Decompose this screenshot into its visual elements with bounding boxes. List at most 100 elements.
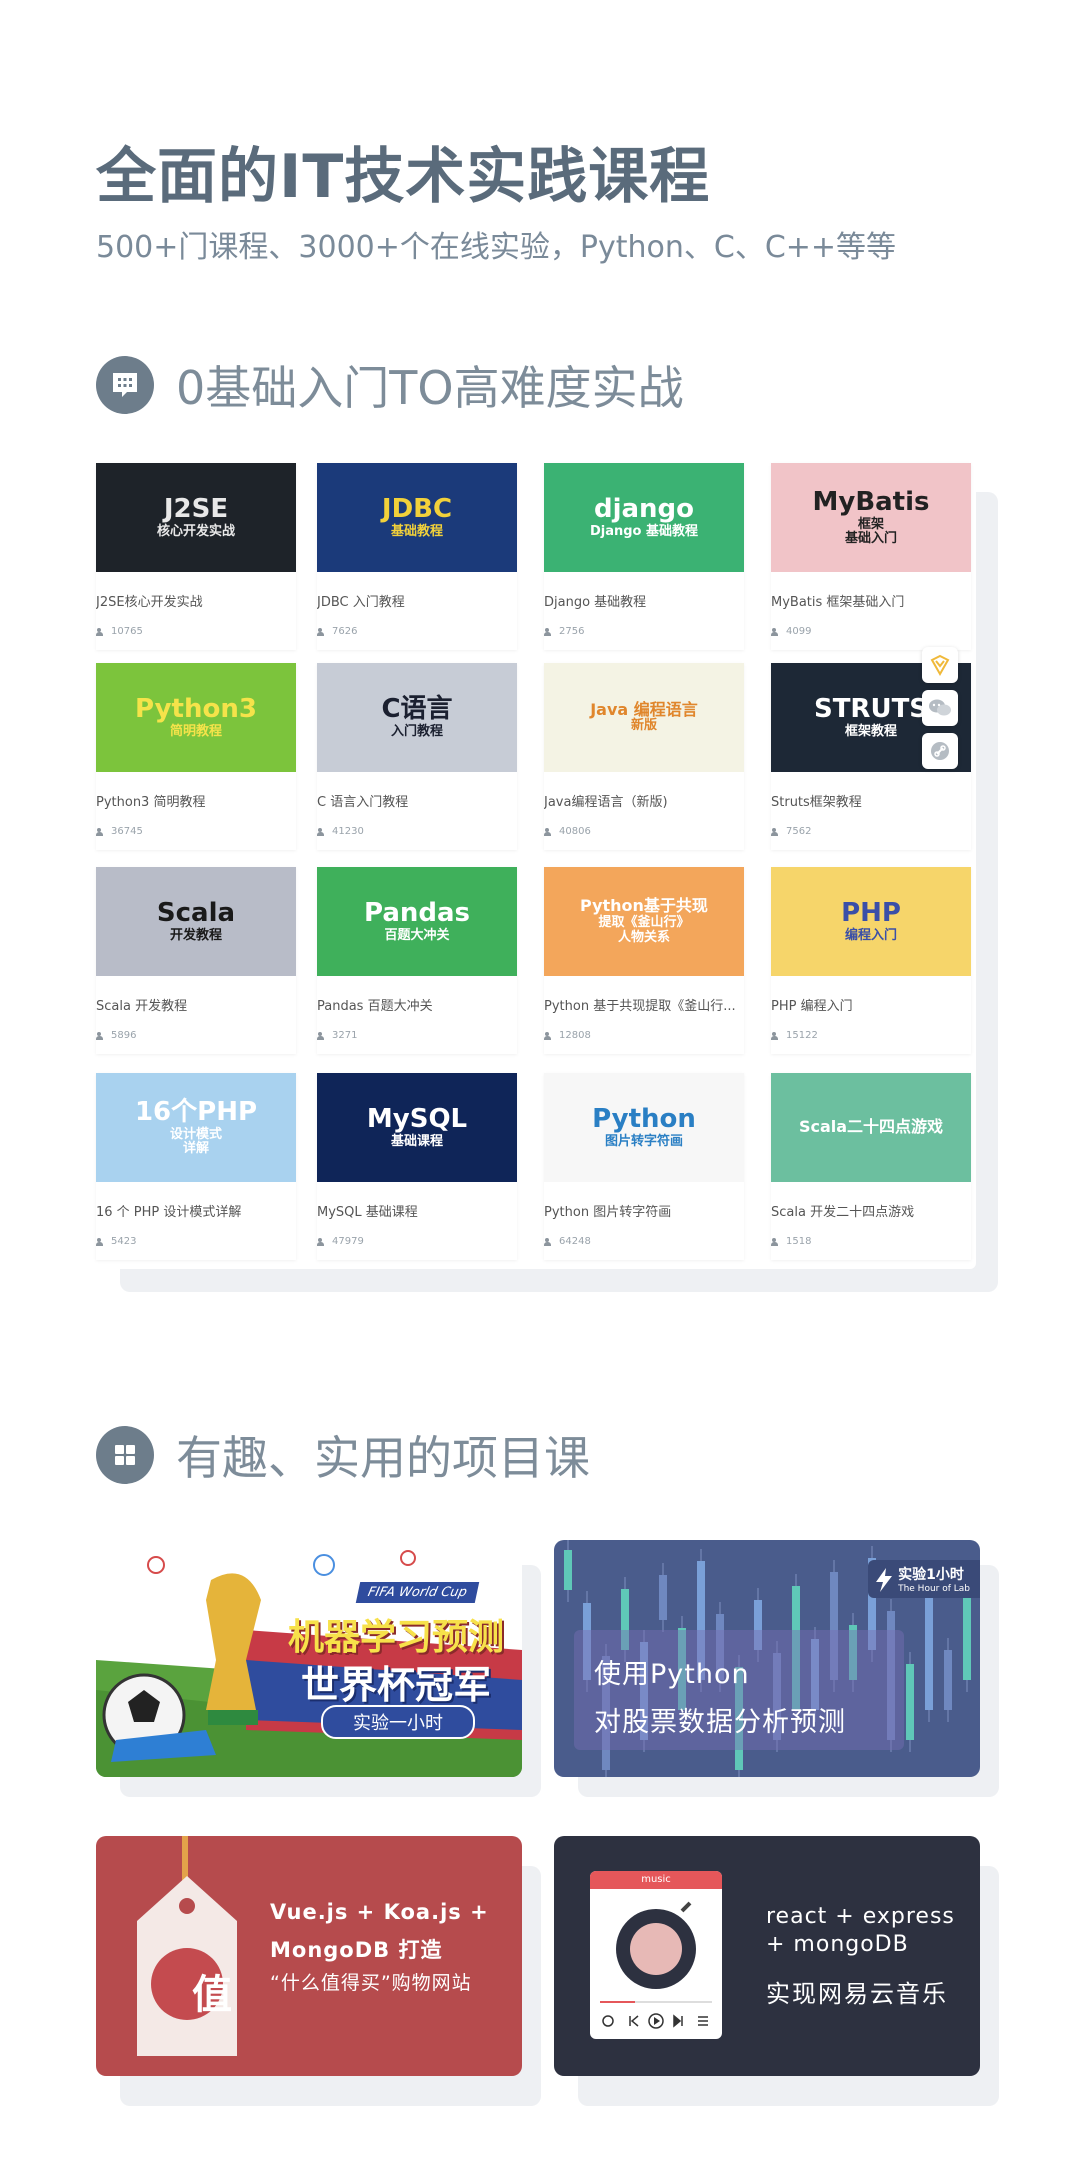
course-card[interactable]: Python基于共现 提取《釜山行》 人物关系 Python 基于共现提取《釜山行..… <box>544 867 744 1054</box>
course-title[interactable]: Struts框架教程 <box>771 791 969 810</box>
learner-count-value: 36745 <box>111 826 143 837</box>
learner-count: 12808 <box>544 1030 591 1041</box>
course-card[interactable]: J2SE 核心开发实战 J2SE核心开发实战 10765 <box>96 463 296 650</box>
course-thumbnail[interactable]: Pandas 百题大冲关 <box>317 867 517 976</box>
course-card[interactable]: Scala二十四点游戏 Scala 开发二十四点游戏 1518 <box>771 1073 971 1260</box>
grid-icon <box>96 1426 154 1484</box>
course-title[interactable]: 16 个 PHP 设计模式详解 <box>96 1201 294 1220</box>
course-title[interactable]: Scala 开发二十四点游戏 <box>771 1201 969 1220</box>
learner-count-value: 41230 <box>332 826 364 837</box>
course-card[interactable]: Scala 开发教程 Scala 开发教程 5896 <box>96 867 296 1054</box>
project-card-music[interactable]: music react + express + mongoDB 实现网易云音乐 <box>554 1836 980 2076</box>
section-header-courses: 0基础入门TO高难度实战 <box>96 352 684 418</box>
course-title[interactable]: J2SE核心开发实战 <box>96 591 294 610</box>
course-thumbnail[interactable]: 16个PHP 设计模式 详解 <box>96 1073 296 1182</box>
thumbnail-text: Scala <box>156 898 236 929</box>
thumbnail-text: MySQL <box>366 1104 468 1135</box>
course-thumbnail[interactable]: Python3 简明教程 <box>96 663 296 772</box>
course-thumbnail[interactable]: MyBatis 框架 基础入门 <box>771 463 971 572</box>
learner-count: 5896 <box>96 1030 136 1041</box>
course-thumbnail[interactable]: J2SE 核心开发实战 <box>96 463 296 572</box>
thumbnail-text: 16个PHP <box>134 1096 258 1127</box>
learner-count: 64248 <box>544 1236 591 1247</box>
project-card-stock[interactable]: 实验1小时 The Hour of Lab 使用Python 对股票数据分析预测 <box>554 1540 980 1777</box>
course-card[interactable]: PHP 编程入门 PHP 编程入门 15122 <box>771 867 971 1054</box>
learner-count-value: 5423 <box>111 1236 137 1247</box>
link-icon[interactable] <box>922 733 958 769</box>
project-card-vue[interactable]: 值 Vue.js + Koa.js + MongoDB 打造 “什么值得买”购物… <box>96 1836 522 2076</box>
thumbnail-text: 基础入门 <box>844 531 897 547</box>
course-thumbnail[interactable]: PHP 编程入门 <box>771 867 971 976</box>
users-icon <box>771 1031 781 1040</box>
course-thumbnail[interactable]: Scala二十四点游戏 <box>771 1073 971 1182</box>
wechat-icon[interactable] <box>922 690 958 726</box>
thumbnail-text: Pandas <box>363 898 471 929</box>
course-title[interactable]: Java编程语言（新版) <box>544 791 742 810</box>
users-icon <box>771 827 781 836</box>
learner-count-value: 12808 <box>559 1030 591 1041</box>
course-thumbnail[interactable]: Python基于共现 提取《釜山行》 人物关系 <box>544 867 744 976</box>
candle-body <box>925 1597 933 1710</box>
section-title: 有趣、实用的项目课 <box>176 1431 590 1485</box>
badge-icon[interactable] <box>922 647 958 683</box>
learner-count: 4099 <box>771 626 811 637</box>
course-card[interactable]: 16个PHP 设计模式 详解 16 个 PHP 设计模式详解 5423 <box>96 1073 296 1260</box>
learner-count-value: 2756 <box>559 626 585 637</box>
course-thumbnail[interactable]: JDBC 基础教程 <box>317 463 517 572</box>
thumbnail-text: C语言 <box>381 694 453 725</box>
course-card[interactable]: MySQL 基础课程 MySQL 基础课程 47979 <box>317 1073 517 1260</box>
thumbnail-text: 新版 <box>630 718 657 734</box>
course-thumbnail[interactable]: Python 图片转字符画 <box>544 1073 744 1182</box>
course-thumbnail[interactable]: Java 编程语言 新版 <box>544 663 744 772</box>
course-title[interactable]: Python 图片转字符画 <box>544 1201 742 1220</box>
learner-count: 3271 <box>317 1030 357 1041</box>
candle-body <box>659 1575 667 1620</box>
course-card[interactable]: Pandas 百题大冲关 Pandas 百题大冲关 3271 <box>317 867 517 1054</box>
course-title[interactable]: Python3 简明教程 <box>96 791 294 810</box>
course-card[interactable]: Python3 简明教程 Python3 简明教程 36745 <box>96 663 296 850</box>
hour-of-lab-badge: 实验1小时 The Hour of Lab <box>868 1560 980 1598</box>
users-icon <box>317 1237 327 1246</box>
course-card[interactable]: Java 编程语言 新版 Java编程语言（新版) 40806 <box>544 663 744 850</box>
thumbnail-text: 基础教程 <box>390 523 443 539</box>
course-thumbnail[interactable]: MySQL 基础课程 <box>317 1073 517 1182</box>
section-title: 0基础入门TO高难度实战 <box>176 361 684 415</box>
thumbnail-text: STRUTS <box>813 694 929 725</box>
course-card[interactable]: C语言 入门教程 C 语言入门教程 41230 <box>317 663 517 850</box>
learner-count-value: 3271 <box>332 1030 358 1041</box>
course-title[interactable]: PHP 编程入门 <box>771 995 969 1014</box>
music-app-mock: music <box>590 1871 722 2039</box>
course-title[interactable]: JDBC 入门教程 <box>317 591 515 610</box>
course-title[interactable]: Pandas 百题大冲关 <box>317 995 515 1014</box>
course-thumbnail[interactable]: C语言 入门教程 <box>317 663 517 772</box>
thumbnail-text: 提取《釜山行》 <box>598 914 690 930</box>
course-title[interactable]: MyBatis 框架基础入门 <box>771 591 969 610</box>
thumbnail-text: 编程入门 <box>844 927 897 943</box>
course-card[interactable]: django Django 基础教程 Django 基础教程 2756 <box>544 463 744 650</box>
thumbnail-text: 人物关系 <box>617 929 670 945</box>
course-grid: J2SE 核心开发实战 J2SE核心开发实战 10765 JDBC 基础教程 JDBC 入门… <box>96 463 976 1269</box>
users-icon <box>544 627 554 636</box>
course-title[interactable]: Python 基于共现提取《釜山行... <box>544 995 742 1014</box>
project-headline-2: MongoDB 打造 <box>270 1938 443 1962</box>
learner-count: 7562 <box>771 826 811 837</box>
project-card-worldcup[interactable]: FIFA World Cup 机器学习预测 世界杯冠军 实验一小时 <box>96 1540 522 1777</box>
course-title[interactable]: C 语言入门教程 <box>317 791 515 810</box>
thumbnail-text: MyBatis <box>812 486 930 517</box>
thumbnail-text: 基础课程 <box>390 1133 443 1149</box>
tag-fifa: FIFA World Cup <box>355 1582 480 1603</box>
course-thumbnail[interactable]: django Django 基础教程 <box>544 463 744 572</box>
course-card[interactable]: MyBatis 框架 基础入门 MyBatis 框架基础入门 4099 <box>771 463 971 650</box>
thumbnail-text: 简明教程 <box>169 723 222 739</box>
course-thumbnail[interactable]: Scala 开发教程 <box>96 867 296 976</box>
course-title[interactable]: Django 基础教程 <box>544 591 742 610</box>
users-icon <box>96 1031 106 1040</box>
course-card[interactable]: JDBC 基础教程 JDBC 入门教程 7626 <box>317 463 517 650</box>
learner-count: 10765 <box>96 626 143 637</box>
course-title[interactable]: MySQL 基础课程 <box>317 1201 515 1220</box>
course-title[interactable]: Scala 开发教程 <box>96 995 294 1014</box>
course-card[interactable]: Python 图片转字符画 Python 图片转字符画 64248 <box>544 1073 744 1260</box>
users-icon <box>771 627 781 636</box>
thumbnail-text: Django 基础教程 <box>589 523 699 539</box>
learner-count-value: 15122 <box>786 1030 818 1041</box>
